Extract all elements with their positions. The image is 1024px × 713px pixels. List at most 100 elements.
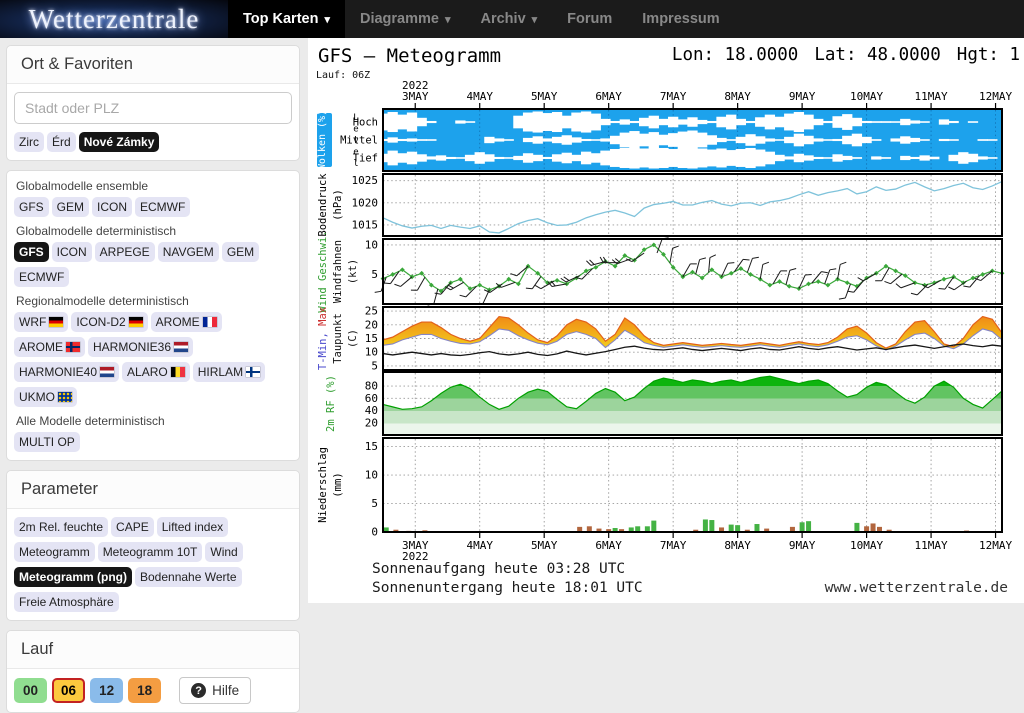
svg-text:2m RF (%): 2m RF (%) bbox=[325, 375, 337, 432]
model-wrf[interactable]: WRF bbox=[14, 312, 68, 332]
nav-item-forum[interactable]: Forum bbox=[552, 0, 627, 38]
svg-text:Bodendruck: Bodendruck bbox=[317, 173, 329, 237]
help-button[interactable]: ? Hilfe bbox=[179, 677, 251, 704]
svg-text:1025: 1025 bbox=[352, 174, 379, 187]
model-gfs-ens[interactable]: GFS bbox=[14, 197, 49, 217]
svg-text:10: 10 bbox=[365, 469, 378, 482]
sun-times: Sonnenaufgang heute 03:28 UTC Sonnenunte… bbox=[372, 560, 643, 598]
svg-text:(hPa): (hPa) bbox=[332, 189, 344, 221]
run-00-button[interactable]: 00 bbox=[14, 678, 47, 703]
watermark-text: www.wetterzentrale.de bbox=[825, 580, 1008, 596]
svg-text:40: 40 bbox=[365, 404, 378, 417]
location-card: Ort & Favoriten Zirc Érd Nové Zámky bbox=[6, 45, 300, 161]
chart-title: GFS – Meteogramm bbox=[318, 45, 501, 67]
model-arome-fr[interactable]: AROME bbox=[151, 312, 222, 332]
svg-text:5: 5 bbox=[371, 497, 378, 510]
lauf-card: Lauf 00 06 12 18 ? Hilfe bbox=[6, 630, 300, 713]
model-icon-d2[interactable]: ICON-D2 bbox=[71, 312, 147, 332]
svg-text:15: 15 bbox=[365, 332, 378, 345]
main-menu: Top Karten Diagramme Archiv Forum Impres… bbox=[228, 0, 735, 38]
svg-text:10MAY: 10MAY bbox=[850, 90, 883, 103]
sunrise-text: Sonnenaufgang heute 03:28 UTC bbox=[372, 560, 643, 579]
model-ecmwf[interactable]: ECMWF bbox=[14, 267, 69, 287]
nav-item-diagramme[interactable]: Diagramme bbox=[345, 0, 466, 38]
svg-text:l: l bbox=[353, 159, 358, 169]
param-cape[interactable]: CAPE bbox=[111, 517, 154, 537]
model-navgem[interactable]: NAVGEM bbox=[158, 242, 219, 262]
svg-text:10: 10 bbox=[365, 346, 378, 359]
svg-text:(mm): (mm) bbox=[332, 472, 344, 497]
param-meteogramm-10t[interactable]: Meteogramm 10T bbox=[98, 542, 203, 562]
svg-text:T-Min, Max: T-Min, Max bbox=[317, 307, 329, 370]
svg-text:Windfahnen: Windfahnen bbox=[332, 240, 344, 303]
model-arome-no[interactable]: AROME bbox=[14, 337, 85, 357]
svg-text:L: L bbox=[353, 113, 358, 123]
svg-text:e: e bbox=[353, 148, 358, 158]
model-gem[interactable]: GEM bbox=[222, 242, 259, 262]
city-search-input[interactable] bbox=[14, 92, 292, 124]
site-logo[interactable]: Wetterzentrale bbox=[0, 0, 228, 38]
svg-text:Niederschlag: Niederschlag bbox=[317, 447, 329, 523]
svg-text:5MAY: 5MAY bbox=[531, 90, 558, 103]
param-meteogramm-png[interactable]: Meteogramm (png) bbox=[14, 567, 132, 587]
svg-text:Mittel: Mittel bbox=[340, 135, 378, 147]
param-bodennahe-werte[interactable]: Bodennahe Werte bbox=[135, 567, 242, 587]
run-18-button[interactable]: 18 bbox=[128, 678, 161, 703]
nav-item-impressum[interactable]: Impressum bbox=[627, 0, 734, 38]
model-harmonie40[interactable]: HARMONIE40 bbox=[14, 362, 119, 382]
svg-text:7MAY: 7MAY bbox=[660, 539, 687, 552]
svg-text:20: 20 bbox=[365, 416, 378, 429]
flag-belgium-icon bbox=[171, 367, 185, 377]
favorite-zirc[interactable]: Zirc bbox=[14, 132, 44, 152]
svg-text:9MAY: 9MAY bbox=[789, 539, 816, 552]
svg-text:Wolken (%): Wolken (%) bbox=[317, 110, 328, 170]
flag-france-icon bbox=[203, 317, 217, 327]
svg-text:60: 60 bbox=[365, 392, 378, 405]
nav-item-archiv[interactable]: Archiv bbox=[466, 0, 553, 38]
favorite-erd[interactable]: Érd bbox=[47, 132, 76, 152]
model-alaro[interactable]: ALARO bbox=[122, 362, 190, 382]
svg-text:1020: 1020 bbox=[352, 196, 379, 209]
flag-eu-icon bbox=[58, 392, 72, 402]
param-2m-rel-feuchte[interactable]: 2m Rel. feuchte bbox=[14, 517, 108, 537]
favorite-nove-zamky[interactable]: Nové Zámky bbox=[79, 132, 160, 152]
model-icon-ens[interactable]: ICON bbox=[92, 197, 132, 217]
svg-text:(C): (C) bbox=[347, 329, 359, 348]
nav-item-top-karten[interactable]: Top Karten bbox=[228, 0, 345, 38]
svg-text:0: 0 bbox=[371, 526, 378, 539]
svg-text:5: 5 bbox=[371, 268, 378, 281]
model-hirlam[interactable]: HIRLAM bbox=[193, 362, 265, 382]
svg-text:6MAY: 6MAY bbox=[595, 90, 622, 103]
models-card: Globalmodelle ensemble GFS GEM ICON ECMW… bbox=[6, 170, 300, 461]
sidebar: Ort & Favoriten Zirc Érd Nové Zámky Glob… bbox=[0, 38, 306, 603]
lauf-card-title: Lauf bbox=[7, 631, 299, 669]
svg-text:80: 80 bbox=[365, 380, 378, 393]
param-wind[interactable]: Wind bbox=[205, 542, 242, 562]
model-gem-ens[interactable]: GEM bbox=[52, 197, 89, 217]
flag-norway-icon bbox=[66, 342, 80, 352]
chart-lat: Lat: 48.0000 bbox=[814, 45, 940, 67]
model-arpege[interactable]: ARPEGE bbox=[95, 242, 155, 262]
meteogram-panel: GFS – Meteogramm Lon: 18.0000 Lat: 48.00… bbox=[308, 38, 1024, 603]
model-multi-op[interactable]: MULTI OP bbox=[14, 432, 80, 452]
model-ecmwf-ens[interactable]: ECMWF bbox=[135, 197, 190, 217]
run-12-button[interactable]: 12 bbox=[90, 678, 123, 703]
svg-text:10MAY: 10MAY bbox=[850, 539, 883, 552]
param-lifted-index[interactable]: Lifted index bbox=[157, 517, 228, 537]
svg-text:4MAY: 4MAY bbox=[466, 539, 493, 552]
flag-finland-icon bbox=[246, 367, 260, 377]
svg-text:Taupunkt: Taupunkt bbox=[332, 313, 344, 364]
chart-coordinates: Lon: 18.0000 Lat: 48.0000 Hgt: 1 bbox=[672, 45, 1020, 67]
svg-text:10: 10 bbox=[365, 238, 378, 251]
svg-text:v: v bbox=[353, 136, 358, 146]
param-meteogramm[interactable]: Meteogramm bbox=[14, 542, 95, 562]
svg-text:5MAY: 5MAY bbox=[531, 539, 558, 552]
model-ukmo[interactable]: UKMO bbox=[14, 387, 77, 407]
param-freie-atmosphaere[interactable]: Freie Atmosphäre bbox=[14, 592, 119, 612]
model-gfs[interactable]: GFS bbox=[14, 242, 49, 262]
model-harmonie36[interactable]: HARMONIE36 bbox=[88, 337, 193, 357]
svg-text:12MAY: 12MAY bbox=[979, 90, 1012, 103]
model-icon[interactable]: ICON bbox=[52, 242, 92, 262]
svg-text:e: e bbox=[353, 125, 358, 135]
run-06-button[interactable]: 06 bbox=[52, 678, 85, 703]
